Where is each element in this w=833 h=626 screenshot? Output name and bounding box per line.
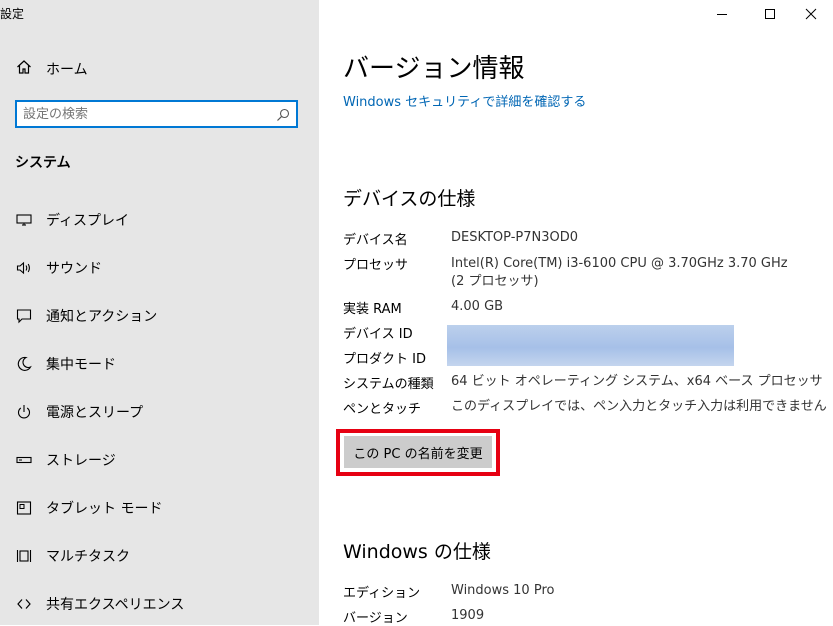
windows-spec-heading: Windows の仕様 xyxy=(343,541,491,563)
maximize-icon xyxy=(764,9,775,19)
spec-label-product-id: プロダクト ID xyxy=(343,352,426,367)
page-title: バージョン情報 xyxy=(343,54,525,84)
search-input[interactable] xyxy=(23,105,273,123)
spec-label-pen-touch: ペンとタッチ xyxy=(343,402,422,417)
sound-icon xyxy=(16,260,32,276)
spec-value-edition: Windows 10 Pro xyxy=(451,583,555,598)
home-nav-item[interactable]: ホーム xyxy=(16,58,88,80)
sidebar-item-label: サウンド xyxy=(46,261,102,277)
notification-icon xyxy=(16,308,32,324)
spec-label-processor: プロセッサ xyxy=(343,258,409,273)
sidebar-item-label: マルチタスク xyxy=(46,549,130,565)
sidebar-item-storage[interactable]: ストレージ xyxy=(16,448,116,472)
app-title: 設定 xyxy=(0,7,25,21)
spec-value-processor-count: (2 プロセッサ) xyxy=(451,274,539,289)
sidebar-item-tablet-mode[interactable]: タブレット モード xyxy=(16,496,162,520)
minimize-button[interactable] xyxy=(699,0,744,28)
windows-security-link[interactable]: Windows セキュリティで詳細を確認する xyxy=(343,91,586,110)
sidebar-item-sound[interactable]: サウンド xyxy=(16,256,102,280)
maximize-button[interactable] xyxy=(747,0,792,28)
storage-icon xyxy=(16,452,32,468)
power-icon xyxy=(16,404,32,420)
sidebar-item-label: 電源とスリープ xyxy=(46,405,144,421)
spec-value-system-type: 64 ビット オペレーティング システム、x64 ベース プロセッサ xyxy=(451,374,823,389)
spec-value-version: 1909 xyxy=(451,608,485,623)
sidebar-item-shared-experiences[interactable]: 共有エクスペリエンス xyxy=(16,592,184,616)
search-icon[interactable] xyxy=(276,107,290,121)
sidebar: 設定 ホーム システム ディスプレイ サウンド 通知とアクション xyxy=(0,0,319,625)
redacted-id-values xyxy=(447,325,734,366)
tablet-mode-icon xyxy=(16,500,32,516)
section-title-system: システム xyxy=(15,155,71,171)
sidebar-item-focus-assist[interactable]: 集中モード xyxy=(16,352,116,376)
device-spec-heading: デバイスの仕様 xyxy=(343,188,476,210)
shared-experiences-icon xyxy=(16,596,32,612)
sidebar-item-label: タブレット モード xyxy=(46,501,163,517)
minimize-icon xyxy=(716,14,727,15)
spec-value-pen-touch: このディスプレイでは、ペン入力とタッチ入力は利用できません xyxy=(451,399,827,414)
sidebar-item-label: ディスプレイ xyxy=(46,213,130,229)
multitasking-icon xyxy=(16,548,32,564)
sidebar-item-label: 通知とアクション xyxy=(46,309,158,325)
rename-pc-button[interactable]: この PC の名前を変更 xyxy=(344,436,492,468)
spec-value-ram: 4.00 GB xyxy=(451,299,504,314)
spec-label-system-type: システムの種類 xyxy=(343,377,434,392)
search-box[interactable] xyxy=(15,100,298,128)
sidebar-item-power[interactable]: 電源とスリープ xyxy=(16,400,143,424)
spec-value-processor: Intel(R) Core(TM) i3-6100 CPU @ 3.70GHz … xyxy=(451,256,788,271)
spec-label-device-name: デバイス名 xyxy=(343,233,408,248)
close-icon xyxy=(805,8,816,20)
focus-assist-icon xyxy=(16,356,32,372)
sidebar-item-notifications[interactable]: 通知とアクション xyxy=(16,304,157,328)
display-icon xyxy=(16,212,32,228)
sidebar-item-label: ストレージ xyxy=(46,453,116,469)
spec-label-ram: 実装 RAM xyxy=(343,302,402,317)
home-label: ホーム xyxy=(46,62,88,78)
spec-label-device-id: デバイス ID xyxy=(343,327,413,342)
spec-label-edition: エディション xyxy=(343,586,421,601)
spec-value-device-name: DESKTOP-P7N3OD0 xyxy=(451,230,579,245)
sidebar-item-multitasking[interactable]: マルチタスク xyxy=(16,544,130,568)
sidebar-item-display[interactable]: ディスプレイ xyxy=(16,208,129,232)
close-button[interactable] xyxy=(788,0,833,28)
sidebar-item-label: 共有エクスペリエンス xyxy=(46,597,185,613)
sidebar-item-label: 集中モード xyxy=(46,357,116,373)
home-icon xyxy=(16,59,32,79)
spec-label-version: バージョン xyxy=(343,611,408,626)
